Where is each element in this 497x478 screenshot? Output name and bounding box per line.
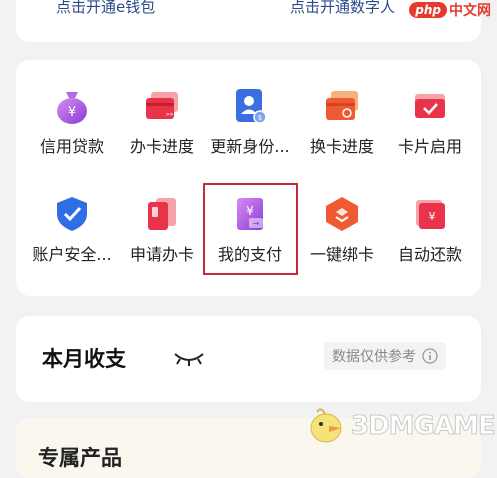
3dmgame-watermark: 3DMGAME (305, 406, 497, 446)
grid-item-update-id[interactable]: $ 更新身份... (204, 86, 296, 157)
exclusive-products-title: 专属产品 (38, 446, 122, 470)
grid-item-card-activate[interactable]: 卡片启用 (384, 86, 476, 157)
php-watermark-text: 中文网 (449, 3, 491, 19)
grid-item-label: 卡片启用 (397, 137, 462, 156)
svg-text:¥: ¥ (429, 210, 436, 223)
grid-item-bind-card[interactable]: 一键绑卡 (296, 194, 388, 265)
grid-item-label: 信用贷款 (39, 137, 104, 156)
grid-item-label: 自动还款 (397, 245, 462, 264)
data-reference-badge: 数据仅供参考 (324, 342, 446, 370)
monthly-summary-card: 本月收支 数据仅供参考 (16, 316, 481, 402)
svg-text:»»: »» (166, 111, 174, 118)
data-reference-note: 数据仅供参考 (332, 349, 416, 365)
grid-item-card-replace[interactable]: 换卡进度 (296, 86, 388, 157)
card-replace-icon (326, 91, 358, 120)
3dmgame-watermark-text: 3DMGAME (351, 411, 497, 442)
shield-check-icon (57, 197, 87, 231)
auto-repay-icon: ¥ (416, 200, 445, 229)
php-watermark: php 中文网 (409, 0, 491, 20)
grid-item-auto-repay[interactable]: ¥ 自动还款 (384, 194, 476, 265)
apply-card-icon (148, 198, 176, 230)
highlight-box (203, 183, 298, 275)
grid-item-apply-card[interactable]: 申请办卡 (116, 194, 208, 265)
grid-item-label: 申请办卡 (129, 245, 194, 264)
grid-item-label: 更新身份... (210, 137, 290, 156)
svg-text:$: $ (258, 114, 262, 122)
grid-item-label: 账户安全... (32, 245, 112, 264)
grid-item-account-security[interactable]: 账户安全... (26, 194, 118, 265)
id-card-update-icon: $ (236, 89, 267, 124)
summary-title: 本月收支 (42, 347, 126, 371)
mascot-bird-icon (310, 408, 342, 443)
info-icon[interactable] (422, 348, 438, 364)
eye-closed-icon[interactable] (172, 350, 206, 366)
grid-item-label: 换卡进度 (309, 137, 374, 156)
money-bag-icon: ¥ (57, 92, 87, 124)
e-wallet-link[interactable]: 点击开通e钱包 (56, 0, 155, 17)
card-activate-icon (415, 94, 445, 118)
bind-card-icon (326, 197, 358, 231)
svg-text:¥: ¥ (68, 105, 76, 120)
grid-item-credit-loan[interactable]: ¥ 信用贷款 (26, 86, 118, 157)
grid-item-card-progress[interactable]: »» 办卡进度 (116, 86, 208, 157)
grid-item-label: 一键绑卡 (309, 245, 374, 264)
grid-item-label: 办卡进度 (129, 137, 194, 156)
digital-human-link[interactable]: 点击开通数字人 (290, 0, 395, 17)
php-watermark-logo: php (409, 2, 447, 18)
card-progress-icon: »» (146, 92, 178, 119)
